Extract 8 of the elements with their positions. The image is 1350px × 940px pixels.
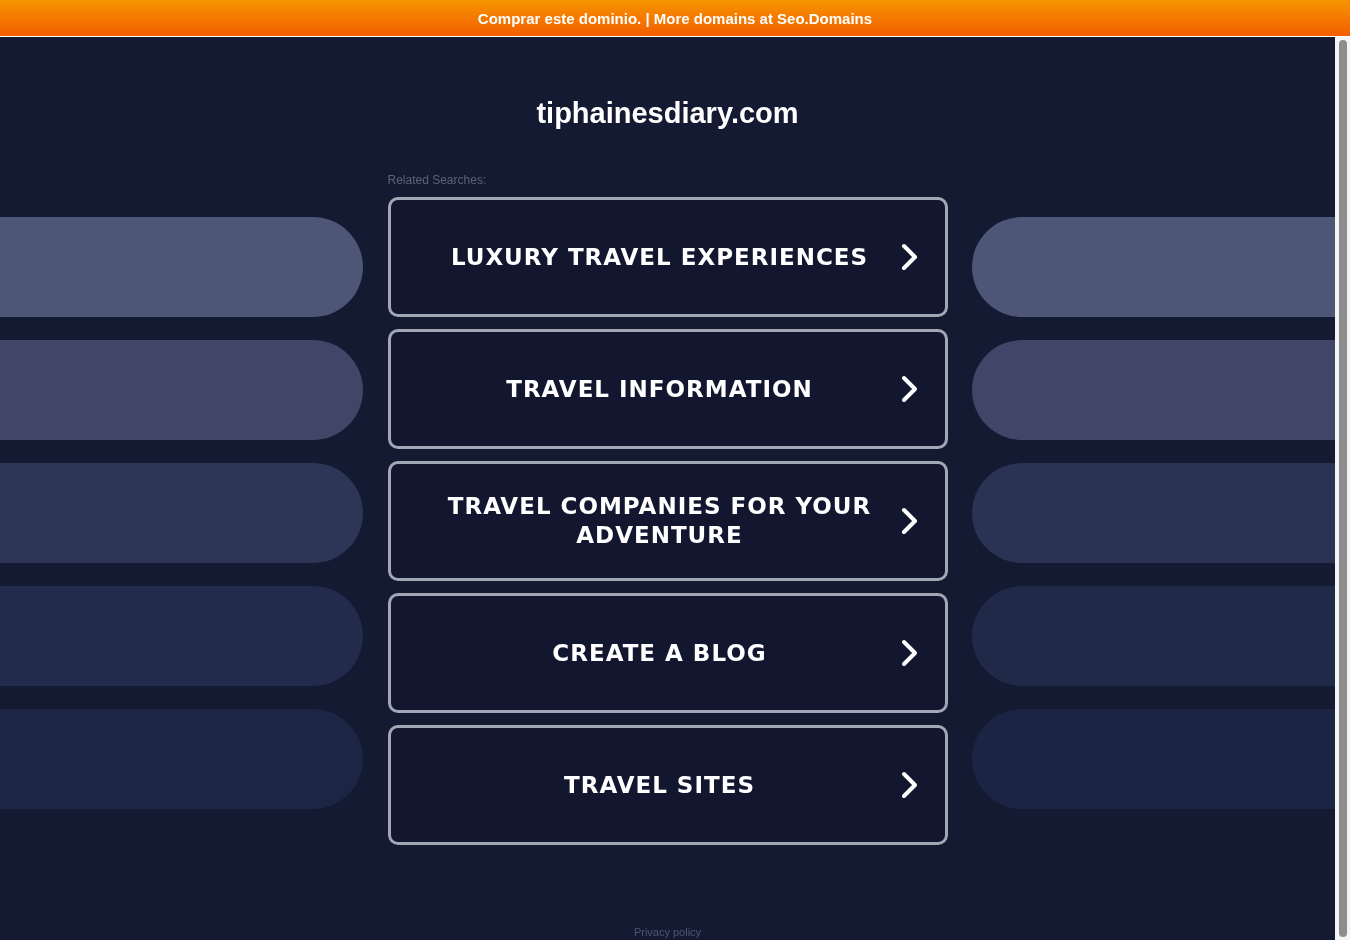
search-link-button[interactable]: TRAVEL INFORMATION (387, 329, 948, 449)
search-link-button[interactable]: TRAVEL COMPANIES FOR YOUR ADVENTURE (387, 461, 948, 581)
scrollbar[interactable] (1335, 37, 1350, 940)
search-link-button[interactable]: LUXURY TRAVEL EXPERIENCES (387, 197, 948, 317)
search-link-button[interactable]: TRAVEL SITES (387, 725, 948, 845)
search-link-button[interactable]: CREATE A BLOG (387, 593, 948, 713)
related-searches-label: Related Searches: (387, 173, 488, 189)
domain-title: tiphainesdiary.com (536, 97, 799, 131)
